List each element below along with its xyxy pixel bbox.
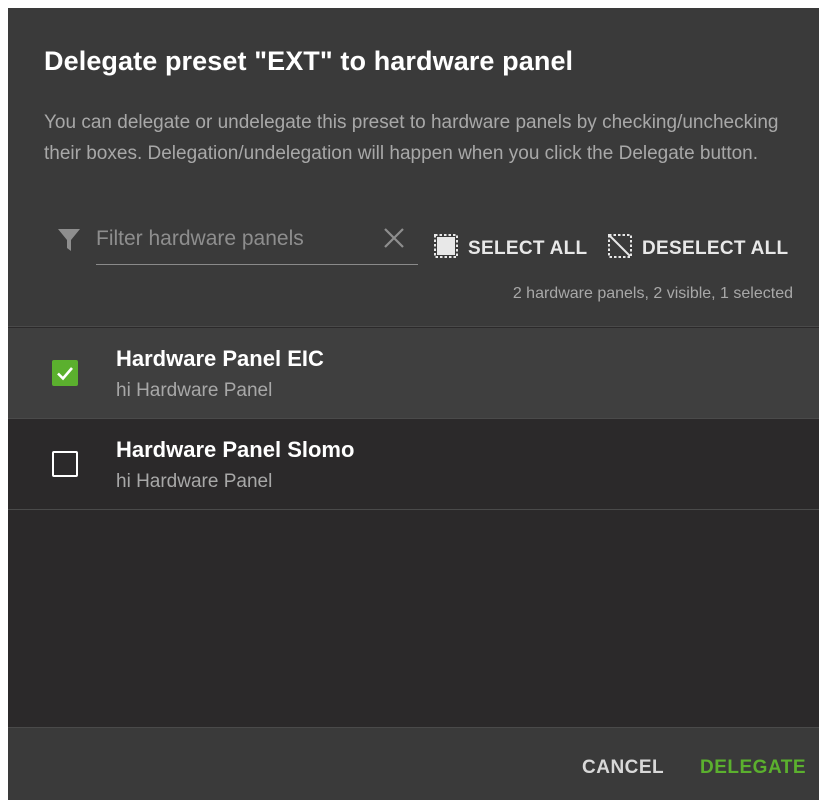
dialog-title: Delegate preset "EXT" to hardware panel: [44, 46, 574, 76]
dialog-description: You can delegate or undelegate this pres…: [44, 112, 779, 164]
deselect-all-label: DESELECT ALL: [642, 238, 789, 259]
delegate-dialog: Delegate preset "EXT" to hardware panel …: [8, 8, 819, 800]
close-icon[interactable]: [382, 226, 406, 250]
panel-list: Hardware Panel EIC hi Hardware Panel Har…: [8, 328, 819, 510]
select-all-label: SELECT ALL: [468, 238, 588, 259]
list-item[interactable]: Hardware Panel EIC hi Hardware Panel: [8, 328, 819, 419]
panel-subtitle: hi Hardware Panel: [116, 380, 273, 401]
panel-title: Hardware Panel Slomo: [116, 437, 355, 462]
select-all-button[interactable]: SELECT ALL: [434, 234, 587, 264]
filter-field[interactable]: [96, 220, 418, 265]
deselect-all-icon: [608, 234, 632, 264]
cancel-button[interactable]: CANCEL: [582, 757, 664, 779]
delegate-button[interactable]: DELEGATE: [700, 757, 806, 779]
filter-input[interactable]: [96, 220, 376, 258]
dialog-header: Delegate preset "EXT" to hardware panel …: [8, 8, 819, 327]
deselect-all-button[interactable]: DESELECT ALL: [608, 234, 788, 264]
list-item[interactable]: Hardware Panel Slomo hi Hardware Panel: [8, 419, 819, 510]
panel-subtitle: hi Hardware Panel: [116, 471, 273, 492]
checkbox-checked[interactable]: [52, 360, 78, 386]
filter-icon: [57, 227, 81, 253]
select-all-icon: [434, 234, 458, 264]
panel-title: Hardware Panel EIC: [116, 346, 324, 371]
checkbox-unchecked[interactable]: [52, 451, 78, 477]
dialog-footer: CANCEL DELEGATE: [8, 727, 819, 800]
panel-count-status: 2 hardware panels, 2 visible, 1 selected: [512, 285, 793, 302]
check-icon: [57, 367, 73, 381]
